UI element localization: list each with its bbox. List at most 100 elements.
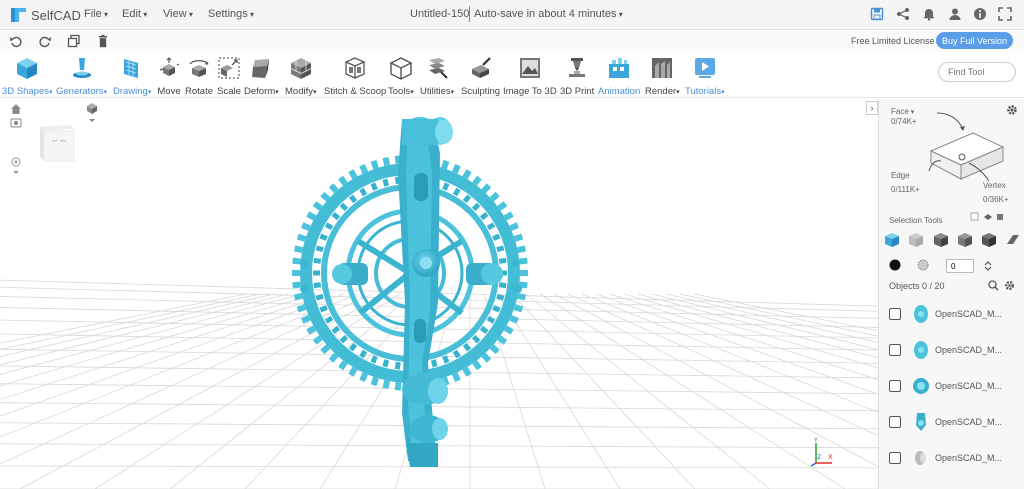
tool-modify[interactable]: Modify <box>285 56 317 97</box>
tool-tutorials[interactable]: Tutorials <box>685 56 725 97</box>
share-icon[interactable] <box>896 7 910 21</box>
app-name: SelfCAD <box>31 7 81 23</box>
deform-icon <box>252 59 270 78</box>
app-logo[interactable]: SelfCAD <box>10 5 81 25</box>
svg-text:Z: Z <box>817 454 821 461</box>
redo-icon[interactable] <box>38 34 52 48</box>
object-list-item[interactable]: OpenSCAD_M... <box>889 299 1019 329</box>
object-list-item[interactable]: OpenSCAD_M... <box>889 335 1019 365</box>
gear-tooth <box>292 270 300 276</box>
scale-icon <box>218 57 240 79</box>
tool-deform[interactable]: Deform <box>244 56 279 97</box>
menu-edit[interactable]: Edit <box>122 8 147 20</box>
autosave-status[interactable]: Auto-save in about 4 minutes <box>474 8 623 20</box>
menu-file[interactable]: File <box>84 8 108 20</box>
object-checkbox[interactable] <box>889 452 901 464</box>
gear-tooth <box>516 292 527 301</box>
tool-stitch-scoop[interactable]: Stitch & Scoop <box>324 56 386 97</box>
fullscreen-icon[interactable] <box>998 7 1012 21</box>
home-view-icon[interactable] <box>10 103 22 115</box>
object-checkbox[interactable] <box>889 380 901 392</box>
tool-3d-print[interactable]: 3D Print <box>560 56 594 97</box>
gear-tooth-inner <box>313 270 320 276</box>
axis-gizmo-icon: Y X Z <box>810 437 833 467</box>
object-checkbox[interactable] <box>889 416 901 428</box>
edge-mode-label[interactable]: Edge <box>891 171 910 180</box>
face-mode-label[interactable]: Face <box>891 107 914 116</box>
camera-icon[interactable] <box>10 118 22 128</box>
buy-full-version-button[interactable]: Buy Full Version <box>936 32 1013 49</box>
tool-label: Utilities <box>420 86 454 97</box>
gear-tooth-inner <box>319 233 328 241</box>
tool-animation[interactable]: Animation <box>598 56 640 97</box>
orientation-view-cube[interactable] <box>34 121 78 165</box>
object-list-item[interactable]: OpenSCAD_M... <box>889 371 1019 401</box>
edit-actions-bar: Free Limited License Buy Full Version <box>0 31 1024 51</box>
tool-3d-shapes[interactable]: 3D Shapes <box>2 56 53 97</box>
object-list-item[interactable]: OpenSCAD_M... <box>889 443 1019 473</box>
tool-move[interactable]: Move <box>157 56 181 97</box>
user-account-icon[interactable] <box>948 7 962 21</box>
gear-tooth-inner <box>430 359 438 368</box>
selection-tool-mini-icons[interactable] <box>969 211 1013 223</box>
object-checkbox[interactable] <box>889 308 901 320</box>
document-title[interactable]: Untitled-150 <box>410 8 469 20</box>
tool-rotate[interactable]: Rotate <box>185 56 213 97</box>
tool-tools[interactable]: Tools <box>388 56 414 97</box>
chevron-up-down-icon[interactable] <box>983 261 993 271</box>
tool-label: Stitch & Scoop <box>324 86 387 97</box>
notification-bell-icon[interactable] <box>922 7 936 21</box>
object-list-item[interactable]: OpenSCAD_M... <box>889 407 1019 437</box>
object-checkbox[interactable] <box>889 344 901 356</box>
perspective-toggle-icon[interactable] <box>85 101 99 123</box>
gear-clock-model[interactable] <box>290 113 535 473</box>
find-tool-input[interactable] <box>938 62 1016 82</box>
menu-view[interactable]: View <box>163 8 193 20</box>
search-objects-icon[interactable] <box>988 280 999 291</box>
tool-drawing[interactable]: Drawing <box>113 56 151 97</box>
gear-tooth-inner <box>462 342 472 352</box>
trash-icon[interactable] <box>96 34 110 48</box>
tool-utilities[interactable]: Utilities <box>420 56 454 97</box>
gear-tooth-inner <box>324 222 334 231</box>
gear-tooth-inner <box>479 325 489 335</box>
tool-label: 3D Shapes <box>2 86 53 97</box>
printer-nozzle-icon <box>569 58 586 77</box>
gear-tooth-inner <box>486 222 496 231</box>
tool-scale[interactable]: Scale <box>217 56 241 97</box>
gear-tooth <box>519 257 528 265</box>
save-icon[interactable] <box>870 7 884 21</box>
selection-mode-cube-diagram[interactable] <box>925 111 1007 191</box>
gear-tooth-inner <box>313 282 322 289</box>
brush-select-icon[interactable] <box>917 259 929 271</box>
collapse-panel-button[interactable]: › <box>866 101 878 115</box>
objects-settings-gear-icon[interactable] <box>1004 280 1015 291</box>
selection-shape-icons[interactable] <box>883 231 1023 249</box>
info-icon[interactable] <box>973 7 987 21</box>
selection-size-input[interactable] <box>946 259 974 273</box>
undo-icon[interactable] <box>9 34 23 48</box>
zoom-fit-icon[interactable] <box>10 157 22 177</box>
objects-count-label: Objects 0 / 20 <box>889 281 945 291</box>
tool-sculpting[interactable]: Sculpting <box>461 56 500 97</box>
selfcad-app: SelfCAD File Edit View Settings Untitled… <box>0 0 1024 489</box>
object-thumbnail <box>913 378 929 394</box>
tool-label: Sculpting <box>461 86 501 97</box>
title-divider <box>469 6 470 22</box>
cube-icon <box>17 58 38 79</box>
grid-line <box>525 293 771 489</box>
panel-settings-gear-icon[interactable] <box>1006 104 1018 116</box>
gear-tooth-inner <box>452 187 461 197</box>
tool-render[interactable]: Render <box>645 56 680 97</box>
object-name: OpenSCAD_M... <box>935 417 1003 427</box>
tool-image-to-3d[interactable]: Image To 3D <box>503 56 557 97</box>
utilities-icon <box>429 58 448 79</box>
tool-label: Scale <box>217 86 241 97</box>
3d-viewport[interactable]: Y X Z <box>0 99 878 489</box>
copy-icon[interactable] <box>67 34 81 48</box>
menu-settings[interactable]: Settings <box>208 8 254 20</box>
gear-tooth-inner <box>471 202 481 212</box>
tool-generators[interactable]: Generators <box>56 56 107 97</box>
paint-select-icon[interactable] <box>889 259 901 271</box>
object-name: OpenSCAD_M... <box>935 345 1003 355</box>
